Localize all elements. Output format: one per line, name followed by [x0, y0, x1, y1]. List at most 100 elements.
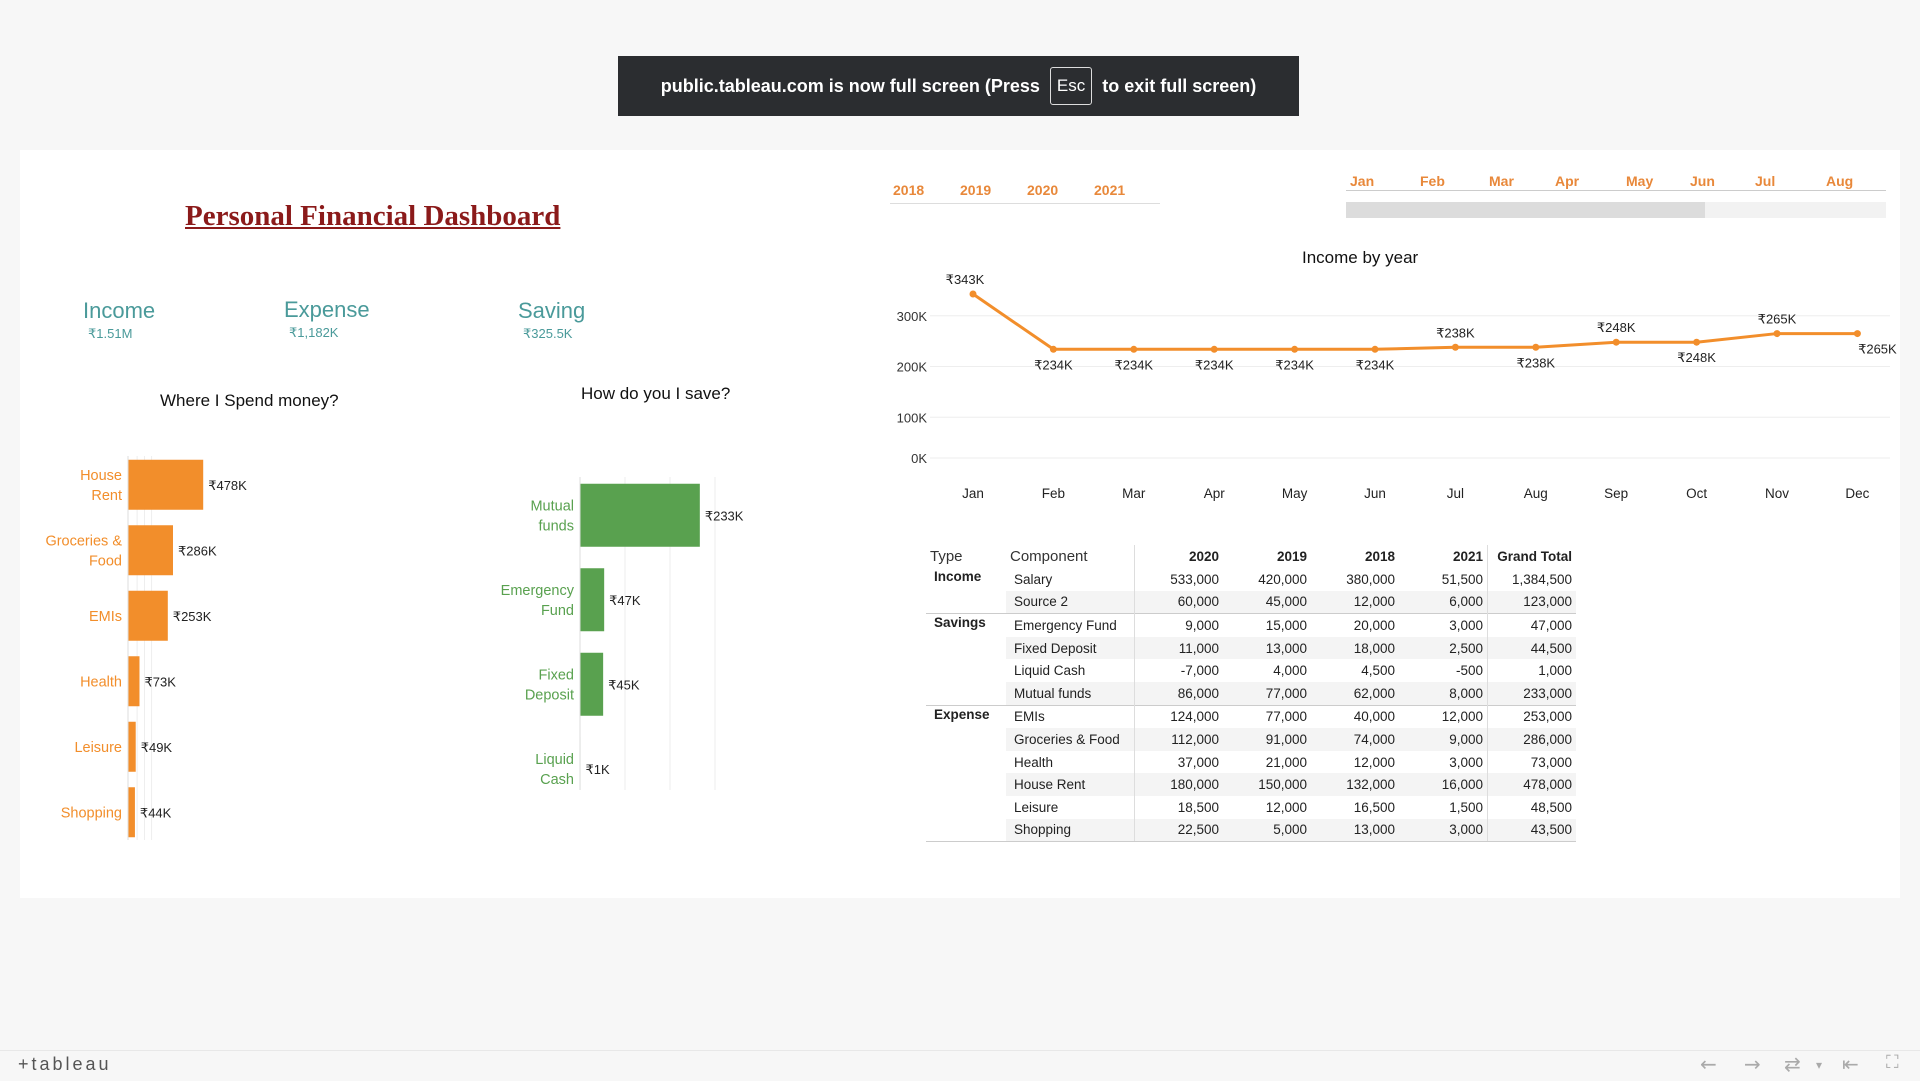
chevron-down-icon[interactable]: ▾ [1816, 1058, 1822, 1072]
table-header-2018: 2018 [1364, 549, 1395, 564]
row-component: House Rent [1006, 773, 1135, 796]
data-label: ₹233K [705, 508, 744, 523]
x-tick-label: Mar [1122, 486, 1146, 501]
row-value: -500 [1455, 663, 1483, 679]
table-row: Mutual funds 86,000 77,000 62,000 8,000 233,0… [926, 681, 1576, 706]
row-value: 5,000 [1223, 818, 1311, 843]
year-filter-2021[interactable]: 2021 [1094, 182, 1161, 198]
bar-groceries-food [128, 525, 173, 576]
row-value: 40,000 [1311, 704, 1399, 729]
data-label: ₹49K [141, 740, 173, 755]
month-filter-feb[interactable]: Feb [1420, 173, 1489, 189]
month-filter-apr[interactable]: Apr [1555, 173, 1626, 189]
redo-icon[interactable]: → [1744, 1052, 1761, 1076]
x-tick-label: Jun [1364, 486, 1386, 501]
month-filter-jan[interactable]: Jan [1350, 173, 1420, 189]
category-label: House Rent [80, 468, 122, 504]
row-value: 45,000 [1223, 590, 1311, 614]
row-value: 22,500 [1134, 818, 1223, 843]
fullscreen-icon[interactable]: ⛶ [1886, 1052, 1899, 1073]
row-component: EMIs [1006, 704, 1135, 729]
table-row: Health 37,000 21,000 12,000 3,000 73,000 [926, 750, 1576, 774]
undo-icon[interactable]: ← [1700, 1052, 1717, 1076]
row-value: 420,000 [1258, 571, 1307, 587]
month-filter-mar[interactable]: Mar [1489, 173, 1555, 189]
x-tick-label: Jul [1447, 486, 1464, 501]
table-row: Groceries & Food 112,000 91,000 74,000 9,000… [926, 728, 1576, 751]
spend-chart: House Rent ₹478K Groceries & Food ₹286K EMIs ₹2… [45, 456, 247, 840]
tableau-logo-text: +tableau [18, 1054, 112, 1074]
row-value: 62,000 [1311, 681, 1399, 706]
year-filter: 2018 2019 2020 2021 [893, 182, 1161, 198]
row-type [926, 818, 1006, 843]
row-type [926, 659, 1006, 682]
row-value: 112,000 [1134, 728, 1223, 751]
row-type: Income [934, 569, 982, 584]
data-point [1371, 345, 1379, 353]
table-header-grand-total: Grand Total [1487, 545, 1576, 568]
data-label: ₹248K [1677, 350, 1716, 365]
bar-fixed-deposit [580, 652, 604, 716]
year-filter-underline [890, 203, 1160, 204]
data-label: ₹45K [608, 677, 640, 692]
income-chart: 0K 100K 200K 300K ₹343K Jan ₹234K Feb ₹234K Mar ₹2… [897, 272, 1897, 501]
data-point [969, 290, 977, 298]
income-series-line [972, 292, 1858, 351]
kpi-saving-label: Saving [518, 298, 586, 323]
tableau-logo: +tableau [18, 1054, 112, 1075]
year-filter-2018[interactable]: 2018 [893, 182, 960, 198]
year-filter-2020[interactable]: 2020 [1027, 182, 1094, 198]
reset-icon[interactable]: ⇤ [1842, 1052, 1859, 1076]
row-grand-total: 44,500 [1487, 636, 1576, 660]
data-label: ₹265K [1858, 342, 1897, 357]
row-component: Source 2 [1006, 590, 1135, 614]
data-label: ₹234K [1275, 357, 1314, 372]
month-scrollbar-track[interactable] [1346, 202, 1886, 218]
row-value: 77,000 [1223, 681, 1311, 706]
row-value: 13,000 [1311, 818, 1399, 843]
y-tick-label: 0K [911, 451, 927, 466]
x-tick-label: May [1282, 486, 1308, 501]
row-value: 12,000 [1311, 590, 1399, 614]
row-value: 12,000 [1399, 704, 1488, 729]
row-grand-total: 1,000 [1487, 659, 1576, 682]
category-label: Liquid Cash [535, 752, 574, 788]
x-tick-label: Sep [1604, 486, 1628, 501]
row-value: 60,000 [1134, 590, 1223, 614]
x-tick-label: Feb [1042, 486, 1065, 501]
data-label: ₹234K [1034, 357, 1073, 372]
data-point [1693, 338, 1701, 346]
row-value: 533,000 [1170, 571, 1219, 587]
month-filter-may[interactable]: May [1626, 173, 1690, 189]
row-component: Fixed Deposit [1006, 636, 1135, 660]
month-filter-aug[interactable]: Aug [1826, 173, 1866, 189]
data-point [1049, 345, 1057, 353]
data-label: ₹286K [178, 543, 217, 558]
year-filter-2019[interactable]: 2019 [960, 182, 1027, 198]
data-point [1291, 345, 1299, 353]
category-label: Health [80, 674, 122, 690]
revert-icon[interactable]: ⇄ [1784, 1052, 1801, 1076]
table-row: Leisure 18,500 12,000 16,500 1,500 48,500 [926, 795, 1576, 819]
category-label: Fixed Deposit [525, 667, 574, 703]
row-value: 16,500 [1353, 799, 1395, 815]
month-scrollbar-thumb[interactable] [1346, 202, 1705, 218]
row-value: 12,000 [1353, 754, 1395, 770]
row-component: Emergency Fund [1006, 613, 1135, 637]
x-tick-label: Aug [1524, 486, 1548, 501]
month-filter-jun[interactable]: Jun [1690, 173, 1755, 189]
month-filter-jul[interactable]: Jul [1755, 173, 1826, 189]
row-value: 37,000 [1177, 754, 1219, 770]
row-grand-total: 47,000 [1487, 613, 1576, 637]
row-value: 21,000 [1265, 754, 1307, 770]
row-component: Liquid Cash [1006, 659, 1135, 682]
row-value: 6,000 [1399, 590, 1488, 614]
row-component: Shopping [1006, 818, 1135, 843]
kpi-income-value: ₹1.51M [88, 326, 133, 341]
category-label: Mutual funds [530, 498, 574, 534]
row-type: Expense [926, 704, 1006, 729]
row-value: 1,500 [1449, 799, 1483, 815]
row-grand-total: 233,000 [1487, 681, 1576, 706]
row-grand-total: 1,384,500 [1487, 568, 1576, 591]
save-chart-title: How do you I save? [581, 384, 731, 403]
